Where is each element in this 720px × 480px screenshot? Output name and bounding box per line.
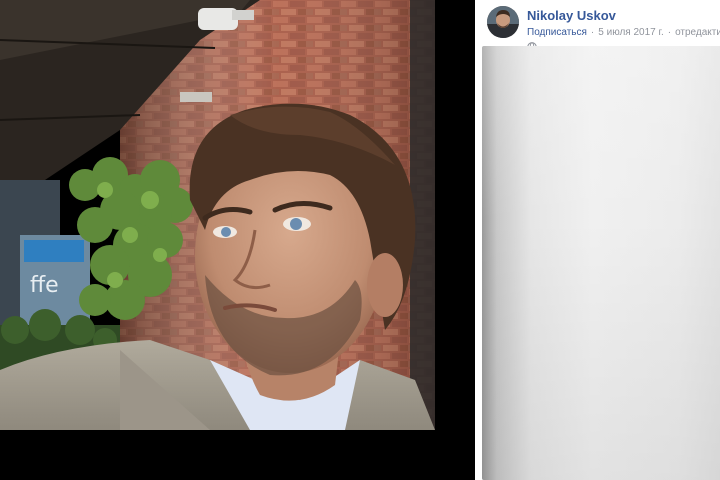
- post-photo[interactable]: ffe: [0, 0, 475, 480]
- meta-separator: ·: [590, 27, 595, 38]
- author-name-link[interactable]: Nikolay Uskov: [527, 8, 616, 23]
- blurred-comments-area: [482, 46, 720, 480]
- meta-separator-2: ·: [667, 27, 672, 38]
- post-date-link[interactable]: 5 июля 2017 г.: [598, 27, 663, 38]
- photo-viewer-stage[interactable]: ffe: [0, 0, 475, 480]
- subscribe-link[interactable]: Подписаться: [527, 27, 587, 38]
- cafe-sign-text: ffe: [30, 273, 59, 298]
- edited-label[interactable]: отредактиров: [675, 27, 720, 38]
- post-author-header: Nikolay Uskov Подписаться · 5 июля 2017 г.…: [487, 6, 720, 52]
- post-side-panel: Nikolay Uskov Подписаться · 5 июля 2017 г.…: [475, 0, 720, 480]
- post-meta-line: Подписаться·5 июля 2017 г.·отредактиров: [527, 27, 720, 38]
- author-avatar[interactable]: [487, 6, 519, 38]
